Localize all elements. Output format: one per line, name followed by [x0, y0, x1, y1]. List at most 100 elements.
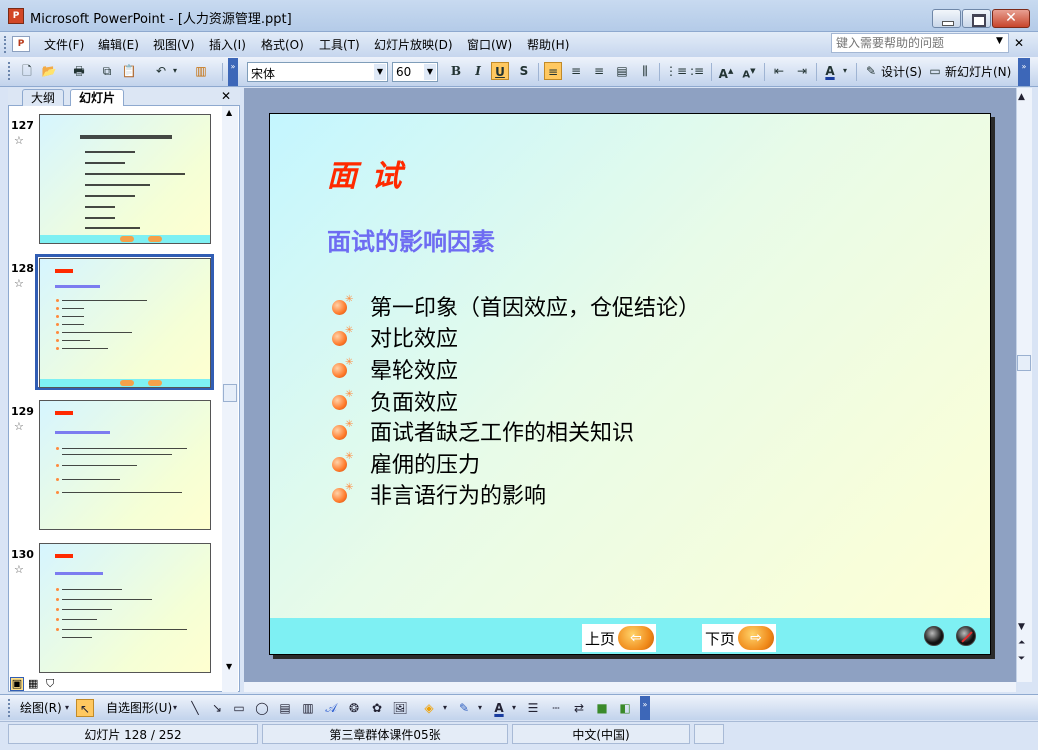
slides-pane-scroll-thumb[interactable] [223, 384, 237, 402]
font-color-icon[interactable]: A [821, 62, 839, 80]
line-tool-icon[interactable]: ╲ [186, 699, 204, 717]
font-color-icon[interactable]: A [490, 699, 508, 717]
dash-style-icon[interactable]: ┄ [547, 699, 565, 717]
fill-color-icon[interactable]: ◈ [420, 699, 438, 717]
font-name-combo[interactable]: 宋体 ▼ [247, 62, 388, 82]
increase-font-icon[interactable]: A▲ [717, 62, 735, 81]
close-pane-icon[interactable]: ✕ [221, 89, 231, 103]
close-document-icon[interactable]: ✕ [1014, 36, 1024, 50]
slide-scroll-thumb[interactable] [1017, 355, 1031, 371]
menu-edit[interactable]: 编辑(E) [98, 36, 139, 54]
arrow-tool-icon[interactable]: ↘ [208, 699, 226, 717]
slide-scrollbar[interactable] [1016, 88, 1032, 682]
slide-subtitle[interactable]: 面试的影响因素 [327, 222, 495, 257]
align-right-icon[interactable]: ≡ [590, 62, 608, 80]
italic-button[interactable]: I [469, 62, 487, 80]
undo-icon[interactable]: ↶ [152, 62, 170, 80]
copy-icon[interactable]: ⧉ [98, 62, 116, 80]
menu-view[interactable]: 视图(V) [153, 36, 195, 54]
bullets-icon[interactable]: :≡ [688, 62, 706, 80]
line-color-icon[interactable]: ✎ [455, 699, 473, 717]
slide-thumbnail-129[interactable] [39, 400, 211, 530]
new-slide-button[interactable]: 新幻灯片(N) [945, 63, 1011, 81]
vertical-text-icon[interactable]: ⫼ [636, 62, 654, 80]
maximize-button[interactable] [962, 9, 991, 28]
3d-style-icon[interactable]: ◧ [616, 699, 634, 717]
help-search-input[interactable] [836, 35, 986, 51]
slide-title[interactable]: 面 试 [327, 151, 403, 195]
new-slide-icon[interactable]: ▭ [926, 62, 944, 80]
menu-format[interactable]: 格式(O) [261, 36, 304, 54]
bullet-item[interactable]: ✳ 对比效应 [332, 321, 932, 352]
align-center-icon[interactable]: ≡ [567, 62, 585, 80]
scroll-up-icon[interactable]: ▲ [1018, 92, 1025, 102]
chevron-down-icon[interactable]: ▾ [475, 699, 485, 717]
toolbar-grip-handle[interactable] [8, 62, 14, 80]
shadow-style-icon[interactable]: ■ [593, 699, 611, 717]
toolbar-options-icon[interactable]: » [640, 696, 650, 720]
select-pointer-icon[interactable]: ↖ [76, 699, 94, 717]
numbering-icon[interactable]: ⋮≡ [665, 62, 687, 80]
current-slide[interactable]: 面 试 面试的影响因素 ✳ 第一印象（首因效应，仓促结论） ✳ 对比效应 ✳ 晕… [269, 113, 991, 655]
document-control-icon[interactable]: P [12, 36, 30, 52]
chevron-down-icon[interactable]: ▾ [509, 699, 519, 717]
vertical-textbox-icon[interactable]: ▥ [299, 699, 317, 717]
oval-tool-icon[interactable]: ◯ [253, 699, 271, 717]
increase-indent-icon[interactable]: ⇥ [793, 62, 811, 80]
scroll-down-icon[interactable]: ▼ [1018, 622, 1025, 632]
menu-slideshow[interactable]: 幻灯片放映(D) [374, 36, 453, 54]
chevron-down-icon[interactable]: ▾ [840, 62, 850, 80]
tab-slides[interactable]: 幻灯片 [70, 89, 125, 106]
help-search-box[interactable]: ▼ [831, 33, 1009, 53]
slideshow-view-icon[interactable]: ⛉ [46, 677, 54, 691]
powerpoint-app-icon[interactable]: P [8, 8, 24, 24]
bullet-item[interactable]: ✳ 雇佣的压力 [332, 447, 932, 478]
bullet-item[interactable]: ✳ 第一印象（首因效应，仓促结论） [332, 290, 932, 321]
paste-icon[interactable]: 📋 [120, 62, 138, 80]
end-show-icon[interactable] [956, 626, 976, 646]
scroll-up-icon[interactable]: ▲ [226, 108, 232, 117]
previous-page-button[interactable]: 上页 ⇦ [582, 624, 656, 652]
print-icon[interactable]: 🖶 [70, 62, 88, 80]
open-file-icon[interactable]: 📂 [40, 62, 58, 80]
menu-help[interactable]: 帮助(H) [527, 36, 569, 54]
slide-thumbnail-128[interactable] [39, 258, 211, 388]
menu-window[interactable]: 窗口(W) [467, 36, 512, 54]
minimize-button[interactable] [932, 9, 961, 28]
distribute-icon[interactable]: ▤ [613, 62, 631, 80]
normal-view-icon[interactable]: ▣ [10, 677, 24, 691]
chevron-down-icon[interactable]: ▾ [170, 62, 180, 80]
align-left-icon[interactable]: ≡ [544, 62, 562, 80]
chevron-down-icon[interactable]: ▼ [996, 36, 1003, 46]
decrease-font-icon[interactable]: A▼ [740, 62, 758, 80]
slide-thumbnail-127[interactable] [39, 114, 211, 244]
font-size-combo[interactable]: 60 ▼ [392, 62, 438, 82]
chart-icon[interactable]: ▥ [192, 62, 210, 80]
tab-outline[interactable]: 大纲 [22, 89, 65, 106]
picture-icon[interactable]: 🖼 [391, 699, 409, 717]
previous-slide-icon[interactable]: ⏶ [1018, 638, 1025, 648]
bullet-item[interactable]: ✳ 面试者缺乏工作的相关知识 [332, 415, 932, 446]
rectangle-tool-icon[interactable]: ▭ [230, 699, 248, 717]
menu-grip-handle[interactable] [4, 36, 8, 53]
chevron-down-icon[interactable]: ▾ [440, 699, 450, 717]
slide-sorter-view-icon[interactable]: ▦ [28, 677, 38, 690]
line-style-icon[interactable]: ☰ [524, 699, 542, 717]
slide-thumbnail-130[interactable] [39, 543, 211, 673]
chevron-down-icon[interactable]: ▾ [170, 699, 180, 717]
horizontal-scrollbar[interactable] [244, 682, 1016, 692]
bullet-item[interactable]: ✳ 负面效应 [332, 385, 932, 416]
diagram-icon[interactable]: ❂ [345, 699, 363, 717]
textbox-tool-icon[interactable]: ▤ [276, 699, 294, 717]
autoshapes-button[interactable]: 自选图形(U) [106, 699, 172, 716]
toolbar-options-icon[interactable]: » [228, 58, 238, 86]
next-slide-icon[interactable]: ⏷ [1018, 654, 1025, 664]
record-icon[interactable] [924, 626, 944, 646]
chevron-down-icon[interactable]: ▼ [424, 64, 436, 80]
shadow-button[interactable]: S [515, 62, 533, 80]
bold-button[interactable]: B [447, 62, 465, 80]
draw-menu-button[interactable]: 绘图(R) [20, 699, 62, 716]
wordart-icon[interactable]: 𝒜 [322, 699, 340, 717]
bullet-item[interactable]: ✳ 晕轮效应 [332, 353, 932, 384]
clipart-icon[interactable]: ✿ [368, 699, 386, 717]
